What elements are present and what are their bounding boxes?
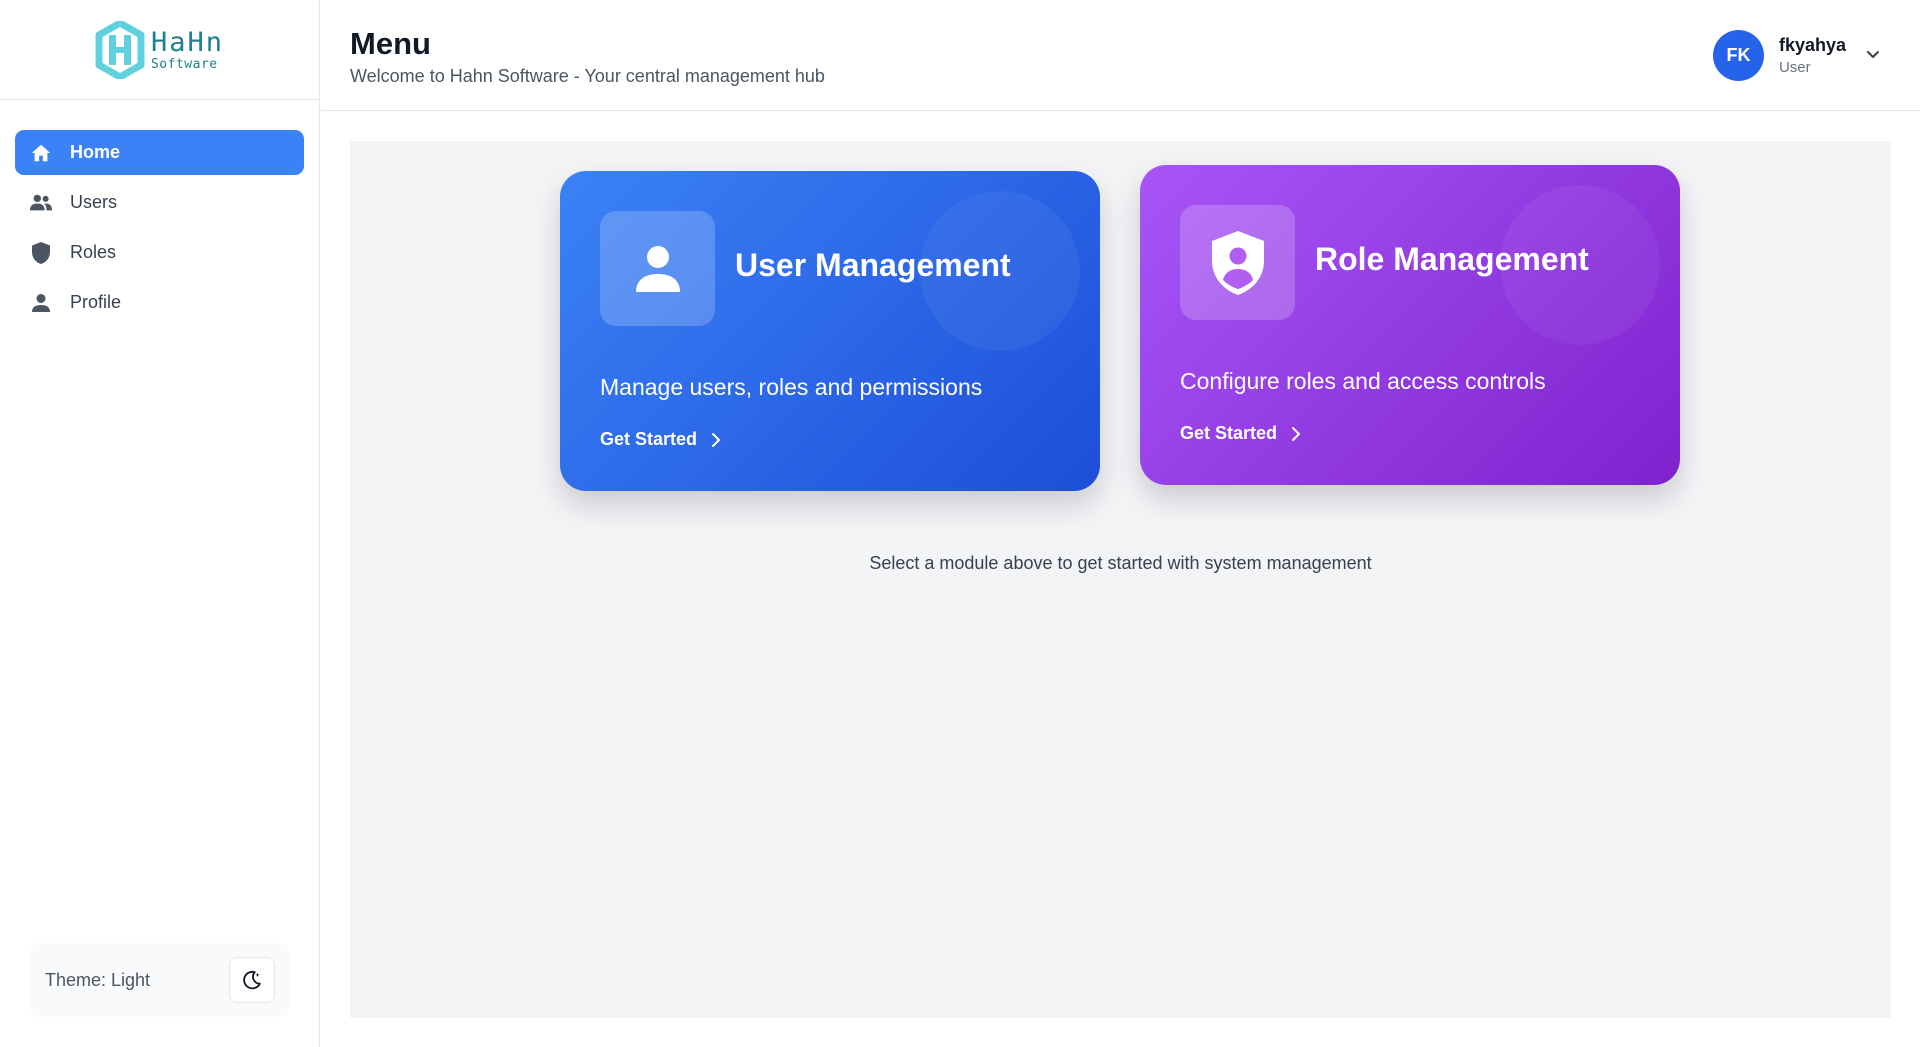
page-subtitle: Welcome to Hahn Software - Your central … <box>350 66 825 86</box>
card-description: Manage users, roles and permissions <box>600 374 983 400</box>
user-role: User <box>1778 58 1811 76</box>
home-icon <box>29 141 53 165</box>
sidebar: HaHn Software Home Users Roles Profile T… <box>0 0 320 1047</box>
module-hint: Select a module above to get started wit… <box>869 553 1372 573</box>
users-icon <box>29 191 53 215</box>
avatar: FK <box>1712 29 1764 81</box>
chevron-right-icon <box>711 432 721 448</box>
sidebar-item-label: Roles <box>70 242 117 262</box>
cta-label: Get Started <box>1180 423 1278 443</box>
sidebar-item-label: Home <box>70 142 121 162</box>
card-icon-box <box>600 211 715 326</box>
main-content: User Management Manage users, roles and … <box>350 141 1891 1018</box>
sidebar-nav: Home Users Roles Profile <box>0 100 319 325</box>
chevron-down-icon[interactable] <box>1866 50 1880 60</box>
chevron-right-icon <box>1291 426 1301 442</box>
user-icon <box>635 245 680 292</box>
logo-tagline: Software <box>150 56 218 72</box>
person-icon <box>29 291 53 315</box>
logo[interactable]: HaHn Software <box>0 0 319 100</box>
user-name: fkyahya <box>1778 34 1846 55</box>
logo-wordmark: HaHn <box>150 26 225 58</box>
sidebar-item-label: Profile <box>70 292 122 312</box>
card-icon-box <box>1180 205 1295 320</box>
role-management-card[interactable]: Role Management Configure roles and acce… <box>1140 165 1680 485</box>
shield-icon <box>29 241 53 265</box>
user-management-card[interactable]: User Management Manage users, roles and … <box>560 171 1100 491</box>
page-title: Menu <box>350 26 431 61</box>
sidebar-item-label: Users <box>70 192 118 212</box>
sidebar-item-users[interactable]: Users <box>15 180 304 225</box>
card-description: Configure roles and access controls <box>1180 368 1546 394</box>
theme-switcher: Theme: Light <box>30 943 289 1017</box>
cta-label: Get Started <box>600 429 698 449</box>
sidebar-item-home[interactable]: Home <box>15 130 304 175</box>
get-started-link[interactable]: Get Started <box>1180 423 1301 444</box>
card-title: User Management <box>735 247 1011 283</box>
sidebar-item-profile[interactable]: Profile <box>15 280 304 325</box>
shield-user-icon <box>1211 230 1264 295</box>
theme-label: Theme: Light <box>45 969 151 990</box>
user-menu[interactable]: FK fkyahya User <box>1712 29 1880 81</box>
sidebar-item-roles[interactable]: Roles <box>15 230 304 275</box>
moon-icon <box>243 970 261 990</box>
theme-toggle-button[interactable] <box>229 957 275 1003</box>
page-header: Menu Welcome to Hahn Software - Your cen… <box>321 0 1920 111</box>
card-title: Role Management <box>1315 241 1589 277</box>
get-started-link[interactable]: Get Started <box>600 429 721 450</box>
hahn-logo-icon <box>95 20 145 79</box>
